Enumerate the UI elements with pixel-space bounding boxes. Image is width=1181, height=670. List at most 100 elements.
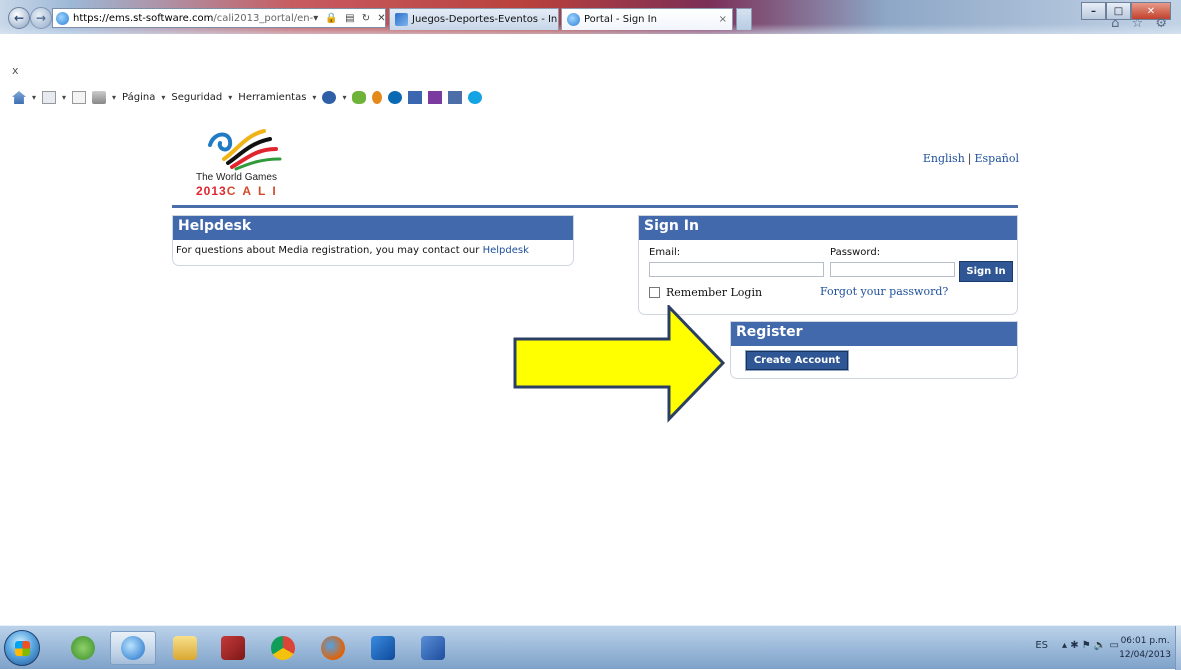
mail-icon[interactable]: [72, 91, 87, 104]
system-tray: ES ▴ ✱ ⚑ 🔈 ▭: [1035, 640, 1119, 651]
email-field[interactable]: [649, 262, 824, 277]
people-icon: [71, 636, 95, 660]
word-icon: [421, 636, 445, 660]
skype-icon[interactable]: [468, 91, 483, 104]
remember-login-checkbox[interactable]: [649, 287, 660, 298]
close-toolbar-icon[interactable]: x: [12, 64, 19, 77]
photoshop-elements-icon: [221, 636, 245, 660]
remember-login: Remember Login: [649, 286, 762, 299]
language-spanish-link[interactable]: Español: [975, 152, 1020, 165]
taskbar-word[interactable]: [410, 631, 456, 665]
tab-title: Juegos-Deportes-Eventos - Ini...: [412, 14, 559, 25]
site-favicon-icon: [56, 11, 69, 25]
logo-year: 2013: [196, 184, 227, 198]
tab-close-icon[interactable]: ×: [719, 14, 727, 25]
create-account-button[interactable]: Create Account: [746, 351, 848, 370]
taskbar-internet-explorer[interactable]: [110, 631, 156, 665]
taskbar-file-explorer[interactable]: [162, 631, 208, 665]
chevron-down-icon[interactable]: ▾: [342, 93, 346, 102]
taskbar-clock[interactable]: 06:01 p.m. 12/04/2013: [1119, 634, 1171, 662]
taskbar-people-app[interactable]: [60, 631, 106, 665]
yellow-arrow-shape: [513, 305, 726, 423]
tab-favicon-icon: [567, 13, 580, 26]
addon-icon[interactable]: [408, 91, 423, 104]
address-bar[interactable]: https://ems.st-software.com/cali2013_por…: [52, 8, 386, 28]
email-label: Email:: [649, 247, 681, 258]
chevron-down-icon[interactable]: ▾: [312, 93, 316, 102]
chevron-down-icon[interactable]: ▾: [228, 93, 232, 102]
header-divider: [172, 205, 1018, 208]
forgot-password-link[interactable]: Forgot your password?: [820, 285, 948, 298]
language-english-link[interactable]: English: [923, 152, 965, 165]
outlook-icon: [371, 636, 395, 660]
sign-in-panel: Sign In Email: Password: Sign In Remembe…: [638, 215, 1018, 315]
logo-title: The World Games: [196, 172, 277, 183]
chevron-down-icon[interactable]: ▾: [112, 93, 116, 102]
taskbar-chrome[interactable]: [260, 631, 306, 665]
clock-time: 06:01 p.m.: [1120, 636, 1170, 646]
tab-title: Portal - Sign In: [584, 14, 657, 25]
language-switcher: English | Español: [923, 152, 1019, 165]
firefox-icon: [321, 636, 345, 660]
url-host: https://ems.st-software.com: [73, 12, 214, 24]
taskbar-outlook[interactable]: [360, 631, 406, 665]
sign-in-button[interactable]: Sign In: [959, 261, 1013, 282]
arrow-annotation-icon: [513, 305, 726, 423]
url-path: /cali2013_portal/en-: [213, 12, 314, 24]
windows-taskbar: ES ▴ ✱ ⚑ 🔈 ▭ 06:01 p.m. 12/04/2013: [0, 625, 1181, 670]
tray-icons[interactable]: ▴ ✱ ⚑ 🔈 ▭: [1062, 640, 1119, 651]
folder-icon: [173, 636, 197, 660]
addon-icon[interactable]: [448, 91, 463, 104]
show-desktop-button[interactable]: [1175, 626, 1181, 670]
hp-icon[interactable]: [388, 91, 403, 104]
command-bar: ▾ ▾ ▾ Página ▾ Seguridad ▾ Herramientas ▾ ▾: [12, 91, 483, 104]
tab-juegos[interactable]: Juegos-Deportes-Eventos - Ini...: [389, 8, 559, 30]
feeds-icon[interactable]: [42, 91, 57, 104]
remember-login-label: Remember Login: [666, 286, 763, 299]
helpdesk-text: For questions about Media registration, …: [173, 240, 573, 256]
language-indicator[interactable]: ES: [1035, 640, 1048, 651]
onenote-icon[interactable]: [428, 91, 443, 104]
helpdesk-link[interactable]: Helpdesk: [483, 245, 529, 256]
forward-button[interactable]: →: [30, 7, 52, 29]
password-label: Password:: [830, 247, 881, 258]
help-icon[interactable]: [322, 91, 337, 104]
logo-year-city: 2013CALI: [196, 184, 283, 198]
addon-icon[interactable]: [352, 91, 367, 104]
address-actions-icons[interactable]: ▾ 🔒 ▤ ↻ ✕: [313, 13, 385, 24]
chevron-down-icon[interactable]: ▾: [32, 93, 36, 102]
language-separator: |: [967, 152, 972, 165]
register-title: Register: [731, 322, 1017, 346]
helpdesk-title: Helpdesk: [173, 216, 573, 240]
helpdesk-description: For questions about Media registration, …: [176, 245, 483, 256]
helpdesk-panel: Helpdesk For questions about Media regis…: [172, 215, 574, 266]
back-arrow-icon: ←: [13, 11, 25, 25]
home-icon[interactable]: [12, 91, 26, 104]
sign-in-title: Sign In: [639, 216, 1017, 240]
chevron-down-icon[interactable]: ▾: [161, 93, 165, 102]
clock-date: 12/04/2013: [1119, 650, 1171, 660]
taskbar-firefox[interactable]: [310, 631, 356, 665]
logo-city: CALI: [226, 184, 283, 198]
start-button[interactable]: [4, 630, 40, 666]
taskbar-photoshop-elements[interactable]: [210, 631, 256, 665]
register-panel: Register Create Account: [730, 321, 1018, 379]
menu-seguridad[interactable]: Seguridad: [171, 92, 222, 103]
menu-pagina[interactable]: Página: [122, 92, 155, 103]
chevron-down-icon[interactable]: ▾: [62, 93, 66, 102]
menu-herramientas[interactable]: Herramientas: [238, 92, 306, 103]
world-games-emblem-icon: [208, 129, 282, 171]
new-tab-button[interactable]: [736, 8, 752, 30]
print-icon[interactable]: [92, 91, 107, 104]
back-button[interactable]: ←: [8, 7, 30, 29]
world-games-logo: The World Games 2013CALI: [196, 125, 306, 200]
forward-arrow-icon: →: [35, 11, 47, 25]
addon-icon[interactable]: [372, 91, 383, 104]
tab-favicon-icon: [395, 13, 408, 26]
home-favorites-tools-icons[interactable]: ⌂ ☆ ⚙: [1111, 16, 1171, 31]
tab-portal-sign-in[interactable]: Portal - Sign In ×: [561, 8, 733, 30]
browser-toolbar-area: [0, 34, 1181, 82]
internet-explorer-icon: [121, 636, 145, 660]
password-field[interactable]: [830, 262, 955, 277]
minimize-button[interactable]: –: [1081, 2, 1106, 20]
